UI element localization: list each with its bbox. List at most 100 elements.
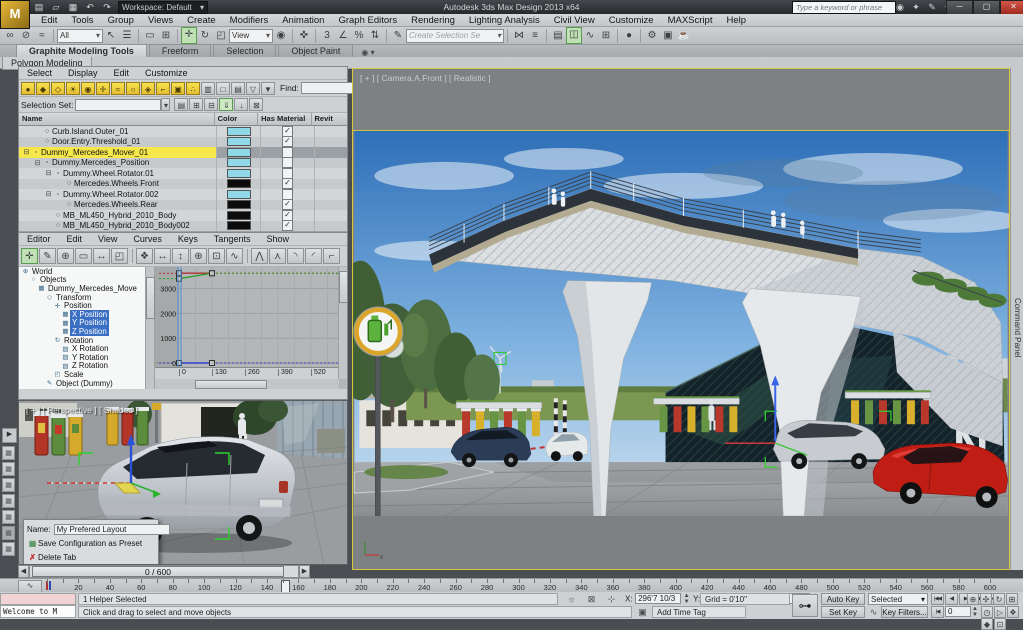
key-filters-button[interactable]: Key Filters... xyxy=(881,606,928,618)
display-geometry-icon[interactable]: ◆ xyxy=(36,81,50,95)
command-panel-strip[interactable]: Command Panel xyxy=(1010,68,1023,570)
selection-set-dropdown-icon[interactable]: ▾ xyxy=(161,98,171,111)
select-object-icon[interactable]: ↖ xyxy=(103,28,119,43)
subtract-from-set-icon[interactable]: ⊟ xyxy=(204,98,219,111)
schematic-view-icon[interactable]: ⊞ xyxy=(598,28,614,43)
scene-object-row[interactable]: ○ MB_ML450_Hybrid_2010_Body002 ✓ xyxy=(19,220,347,231)
selection-set-input[interactable] xyxy=(75,98,162,111)
curve-editor-icon[interactable]: ∿ xyxy=(582,28,598,43)
communication-center-icon[interactable]: ✎ xyxy=(926,1,938,13)
window-crossing-icon[interactable]: ⊞ xyxy=(158,28,174,43)
curve-horizontal-scrollbar[interactable] xyxy=(155,379,339,389)
x-spinner[interactable]: ▲ ▼ xyxy=(684,593,691,605)
has-material-checkbox[interactable]: ✓ xyxy=(282,126,293,137)
add-keys-icon[interactable]: ⊕ xyxy=(57,248,74,264)
frame-spinner[interactable]: ▲ ▼ xyxy=(972,606,979,618)
track-item-objects[interactable]: ○ Objects xyxy=(19,275,145,284)
display-groups-icon[interactable]: ○ xyxy=(126,81,140,95)
menu-animation[interactable]: Animation xyxy=(275,15,331,26)
maximize-button[interactable]: ▢ xyxy=(973,0,1000,15)
maximize-viewport-toggle-icon[interactable]: ⊡ xyxy=(994,618,1006,630)
filter-combinations-icon[interactable]: ▽ xyxy=(246,81,260,95)
highlight-set-icon[interactable]: ↓ xyxy=(234,98,249,111)
rectangular-selection-region-icon[interactable]: ▭ xyxy=(142,28,158,43)
align-icon[interactable]: ≡ xyxy=(527,28,543,43)
column-header-revit-category[interactable]: Revit Category ▴ xyxy=(312,113,348,147)
search-icon[interactable]: ◉ xyxy=(894,1,906,13)
previous-frame-button[interactable]: ◀| xyxy=(945,593,958,605)
scene-object-row[interactable]: ○ Door.Entry.Threshold_01 ✓ xyxy=(19,136,347,148)
curve-editor-menu-show[interactable]: Show xyxy=(258,234,297,244)
track-item-y-position[interactable]: ▦ Y Position xyxy=(19,318,145,328)
track-item-z-position[interactable]: ▦ Z Position xyxy=(19,326,145,336)
ribbon-tab-freeform[interactable]: Freeform xyxy=(148,44,212,57)
scene-object-row[interactable]: ⊟ ▫ Dummy.Mercedes_Position xyxy=(19,157,347,169)
expand-collapse-icon[interactable]: ⊟ xyxy=(44,169,53,177)
selected-filter-dropdown[interactable]: Selected ▾ xyxy=(868,593,928,605)
save-configuration-item[interactable]: ▦ Save Configuration as Preset xyxy=(27,536,155,550)
color-swatch[interactable] xyxy=(226,189,251,199)
expand-collapse-icon[interactable]: ⊟ xyxy=(44,190,53,198)
select-and-move-icon[interactable]: ✛ xyxy=(181,27,197,44)
display-particles-icon[interactable]: ∴ xyxy=(186,81,200,95)
time-tag-icon[interactable]: ▣ xyxy=(636,606,649,618)
zoom-icon[interactable]: ⊕ xyxy=(190,248,207,264)
region-keys-icon[interactable]: ▭ xyxy=(75,248,92,264)
isolate-selection-icon[interactable]: ☼ xyxy=(565,593,578,605)
pick-settings-icon[interactable]: ▤ xyxy=(231,81,245,95)
edit-named-selection-sets-icon[interactable]: ✎ xyxy=(390,28,406,43)
camera-viewport[interactable]: [ + ] [ Camera.A.Front ] [ Realistic ] x xyxy=(352,68,1010,570)
step-tangent-icon[interactable]: ⌐ xyxy=(323,248,340,264)
set-key-icon[interactable]: ⊶ xyxy=(792,594,818,617)
curve-vertical-scrollbar[interactable] xyxy=(338,267,348,379)
menu-maxscript[interactable]: MAXScript xyxy=(661,15,720,26)
column-header-name[interactable]: Name xyxy=(19,113,215,125)
track-item-object-dummy-[interactable]: ✎ Object (Dummy) xyxy=(19,379,145,388)
render-setup-icon[interactable]: ⚙ xyxy=(644,28,660,43)
slow-tangent-icon[interactable]: ◜ xyxy=(305,248,322,264)
color-swatch[interactable] xyxy=(226,221,251,231)
bind-to-space-warp-icon[interactable]: ≈ xyxy=(34,28,50,43)
has-material-checkbox[interactable] xyxy=(282,188,293,200)
draw-curves-icon[interactable]: ✎ xyxy=(39,248,56,264)
go-to-start-button[interactable]: |◀◀ xyxy=(931,593,944,605)
zoom-icon[interactable]: ⊕ xyxy=(967,593,979,605)
pan-icon[interactable]: ❖ xyxy=(136,248,153,264)
position-key-marker[interactable] xyxy=(49,581,51,590)
menu-customize[interactable]: Customize xyxy=(602,15,661,26)
color-swatch[interactable] xyxy=(226,147,251,157)
has-material-checkbox[interactable]: ✓ xyxy=(282,209,293,221)
scene-object-row[interactable]: ⊟ ▫ Dummy.Wheel.Rotator.002 xyxy=(19,188,347,200)
display-everything-icon[interactable]: ● xyxy=(21,81,35,95)
menu-help[interactable]: Help xyxy=(719,15,753,26)
has-material-checkbox[interactable]: ✓ xyxy=(282,199,293,211)
color-swatch[interactable] xyxy=(226,168,251,178)
help-search-input[interactable] xyxy=(792,1,896,14)
ribbon-toggle-icon[interactable]: ◫ xyxy=(566,27,582,44)
sync-selection-icon[interactable]: ▥ xyxy=(201,81,215,95)
track-item-world[interactable]: ⊕ World xyxy=(19,267,145,276)
named-selection-sets-dropdown[interactable]: Create Selection Se ▾ xyxy=(406,28,504,43)
layout-name-input[interactable] xyxy=(53,523,170,535)
walkthrough-icon[interactable]: ◆ xyxy=(981,618,993,630)
expand-collapse-icon[interactable]: ⊟ xyxy=(22,148,31,156)
curve-editor-menu-curves[interactable]: Curves xyxy=(125,234,170,244)
snaps-toggle-icon[interactable]: 3 xyxy=(319,28,335,43)
auto-tangent-icon[interactable]: ⋀ xyxy=(251,248,268,264)
add-to-set-icon[interactable]: ⊞ xyxy=(189,98,204,111)
selection-filter-dropdown[interactable]: All ▾ xyxy=(57,28,103,43)
display-helpers-icon[interactable]: ✛ xyxy=(96,81,110,95)
maxscript-listener-line[interactable]: Welcome to M xyxy=(0,605,76,618)
expand-collapse-icon[interactable]: ⊟ xyxy=(33,159,42,167)
zoom-value-extents-icon[interactable]: ↕ xyxy=(172,248,189,264)
key-mode-toggle-icon[interactable]: ∿ xyxy=(868,606,879,618)
material-editor-icon[interactable]: ● xyxy=(621,28,637,43)
scene-object-row[interactable]: ⊟ ▫ Dummy_Mercedes_Mover_01 xyxy=(19,146,347,158)
color-swatch[interactable] xyxy=(226,200,251,210)
move-keys-icon[interactable]: ✛ xyxy=(21,248,38,264)
select-and-scale-icon[interactable]: ◰ xyxy=(213,28,229,43)
track-item-position[interactable]: ✛ Position xyxy=(19,301,145,310)
menu-tools[interactable]: Tools xyxy=(64,15,100,26)
curve-editor-menu-edit[interactable]: Edit xyxy=(59,234,91,244)
rendered-scene[interactable]: N xyxy=(353,130,1009,516)
